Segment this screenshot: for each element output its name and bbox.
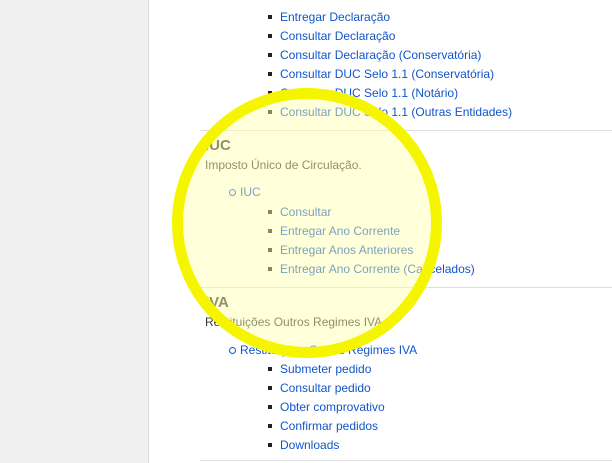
bullet-square-icon <box>268 267 272 271</box>
iuc-section-title: IUC <box>205 137 231 154</box>
link-iuc-group[interactable]: IUC <box>240 185 261 199</box>
link-iuc-consultar[interactable]: Consultar <box>280 205 331 219</box>
bullet-square-icon <box>268 443 272 447</box>
link-iva-consultar-pedido[interactable]: Consultar pedido <box>280 381 371 395</box>
bullet-square-icon <box>268 72 272 76</box>
section-divider <box>200 130 612 131</box>
link-consultar-declaracao-conservatoria[interactable]: Consultar Declaração (Conservatória) <box>280 48 481 62</box>
bullet-square-icon <box>268 229 272 233</box>
bullet-square-icon <box>268 424 272 428</box>
link-consultar-declaracao[interactable]: Consultar Declaração <box>280 29 395 43</box>
iuc-section-description: Imposto Único de Circulação. <box>205 158 362 172</box>
bullet-square-icon <box>268 53 272 57</box>
bullet-circle-icon <box>229 347 236 354</box>
link-consultar-duc-notario[interactable]: Consultar DUC Selo 1.1 (Notário) <box>280 86 458 100</box>
bullet-square-icon <box>268 110 272 114</box>
section-divider <box>200 460 612 461</box>
bullet-square-icon <box>268 15 272 19</box>
bullet-circle-icon <box>229 189 236 196</box>
link-iuc-entregar-ano-corrente[interactable]: Entregar Ano Corrente <box>280 224 400 238</box>
link-iuc-entregar-anos-anteriores[interactable]: Entregar Anos Anteriores <box>280 243 413 257</box>
link-iva-confirmar-pedidos[interactable]: Confirmar pedidos <box>280 419 378 433</box>
left-sidebar-panel <box>0 0 149 463</box>
bullet-square-icon <box>268 210 272 214</box>
iva-section-description: Restituições Outros Regimes IVA <box>205 315 383 329</box>
link-iva-obter-comprovativo[interactable]: Obter comprovativo <box>280 400 385 414</box>
bullet-square-icon <box>268 367 272 371</box>
link-iuc-entregar-ano-corrente-cancelados[interactable]: Entregar Ano Corrente (Cancelados) <box>280 262 475 276</box>
link-iva-submeter-pedido[interactable]: Submeter pedido <box>280 362 371 376</box>
link-iva-restituicoes-group[interactable]: Restituições Outros Regimes IVA <box>240 343 417 357</box>
bullet-square-icon <box>268 248 272 252</box>
bullet-square-icon <box>268 91 272 95</box>
link-consultar-duc-outras-entidades[interactable]: Consultar DUC Selo 1.1 (Outras Entidades… <box>280 105 512 119</box>
iva-section-title: IVA <box>205 294 229 311</box>
section-divider <box>200 287 612 288</box>
link-entregar-declaracao[interactable]: Entregar Declaração <box>280 10 390 24</box>
bullet-square-icon <box>268 386 272 390</box>
link-consultar-duc-conservatoria[interactable]: Consultar DUC Selo 1.1 (Conservatória) <box>280 67 494 81</box>
link-iva-downloads[interactable]: Downloads <box>280 438 339 452</box>
bullet-square-icon <box>268 34 272 38</box>
bullet-square-icon <box>268 405 272 409</box>
